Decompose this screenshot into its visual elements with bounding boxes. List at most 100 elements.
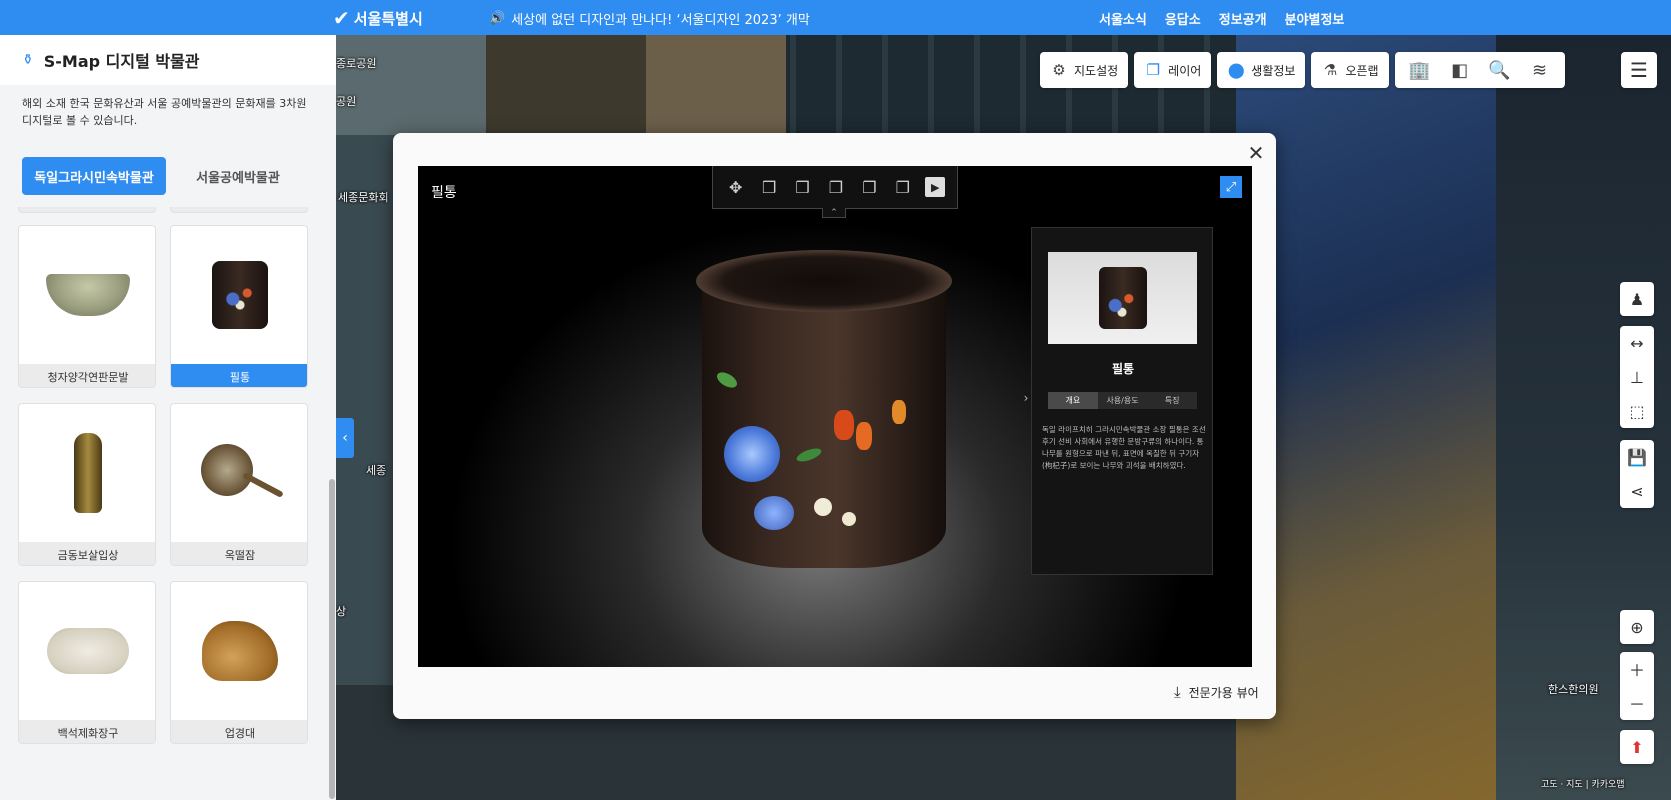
info-tab-features[interactable]: 특징 bbox=[1147, 392, 1198, 409]
layer-button[interactable]: ❐ 레이어 bbox=[1134, 52, 1212, 88]
3d-viewer[interactable]: 필통 ✥ ❒ ❒ ❐ ❐ ❐ ▶ ⌃ ⤢ › 필통 개요 사용/용도 특징 독일… bbox=[418, 166, 1252, 667]
measure-distance-icon[interactable]: ↔ bbox=[1620, 326, 1654, 360]
hairpin-image bbox=[197, 438, 284, 508]
artifact-card-partial[interactable] bbox=[18, 207, 156, 213]
notice-text: 세상에 없던 디자인과 만나다! ‘서울디자인 2023’ 개막 bbox=[511, 13, 810, 28]
hamburger-menu-icon[interactable]: ☰ bbox=[1621, 52, 1657, 88]
side-tool-group-zoom: ＋ － bbox=[1620, 652, 1654, 720]
artifact-thumbnail bbox=[19, 226, 155, 364]
top-bar: ✔ 서울특별시 🔊 세상에 없던 디자인과 만나다! ‘서울디자인 2023’ … bbox=[0, 0, 1671, 35]
nav-response[interactable]: 응답소 bbox=[1165, 9, 1201, 28]
artifact-label: 청자양각연판문발 bbox=[19, 364, 155, 387]
gear-icon: ⚙ bbox=[1052, 61, 1066, 79]
openlab-label: 오픈랩 bbox=[1345, 63, 1379, 78]
my-location-icon[interactable]: ⊕ bbox=[1620, 610, 1654, 644]
info-tab-overview[interactable]: 개요 bbox=[1048, 392, 1098, 409]
artifact-card[interactable]: 금동보살입상 bbox=[18, 403, 156, 566]
artifact-label: 업경대 bbox=[171, 720, 307, 743]
layers-icon: ❐ bbox=[1146, 61, 1160, 79]
compass-icon[interactable]: ⬆ bbox=[1620, 730, 1654, 764]
building-icon[interactable]: 🏢 bbox=[1403, 60, 1437, 81]
artifact-card-partial[interactable] bbox=[170, 207, 308, 213]
view-top-icon[interactable]: ❐ bbox=[892, 176, 914, 198]
view-left-icon[interactable]: ❐ bbox=[825, 176, 847, 198]
museum-tabs: 독일그라시민속박물관 서울공예박물관 bbox=[22, 157, 310, 195]
view-front-icon[interactable]: ❒ bbox=[758, 176, 780, 198]
brush-pot-3d-model[interactable] bbox=[696, 250, 952, 570]
seoul-logo[interactable]: ✔ 서울특별시 bbox=[333, 6, 423, 30]
fullscreen-icon[interactable]: ⤢ bbox=[1220, 176, 1242, 198]
life-info-button[interactable]: ⬤ 생활정보 bbox=[1217, 52, 1306, 88]
notice-banner[interactable]: 🔊 세상에 없던 디자인과 만나다! ‘서울디자인 2023’ 개막 bbox=[489, 9, 810, 28]
close-icon[interactable]: ✕ bbox=[1244, 141, 1268, 165]
artifact-label: 옥떨잠 bbox=[171, 542, 307, 565]
map-label: 세종 bbox=[366, 464, 387, 477]
map-building bbox=[336, 35, 486, 135]
map-copyright: 고도 · 지도 | 카카오맵 bbox=[1541, 780, 1625, 790]
side-tool-group-compass: ⬆ bbox=[1620, 730, 1654, 764]
artifact-card[interactable]: 청자양각연판문발 bbox=[18, 225, 156, 388]
artifact-card[interactable]: 업경대 bbox=[170, 581, 308, 744]
zoom-out-icon[interactable]: － bbox=[1620, 686, 1654, 720]
measure-area-icon[interactable]: ⬚ bbox=[1620, 394, 1654, 428]
view-toolbar: ✥ ❒ ❒ ❐ ❐ ❐ ▶ bbox=[712, 166, 958, 209]
artifact-card[interactable]: 백석제화장구 bbox=[18, 581, 156, 744]
fit-view-icon[interactable]: ✥ bbox=[725, 176, 747, 198]
map-toolbar: ⚙ 지도설정 ❐ 레이어 ⬤ 생활정보 ⚗ 오픈랩 🏢 ◧ 🔍 ≋ bbox=[1040, 52, 1565, 88]
nav-seoul-news[interactable]: 서울소식 bbox=[1099, 9, 1147, 28]
info-panel-toggle-icon[interactable]: › bbox=[1021, 386, 1031, 410]
openlab-button[interactable]: ⚗ 오픈랩 bbox=[1311, 52, 1389, 88]
tab-grassi-museum[interactable]: 독일그라시민속박물관 bbox=[22, 157, 166, 195]
artifact-thumbnail bbox=[171, 226, 307, 364]
tab-seoul-craft-museum[interactable]: 서울공예박물관 bbox=[166, 157, 310, 195]
zoom-search-icon[interactable]: 🔍 bbox=[1483, 60, 1517, 81]
museum-icon: ⚱ bbox=[22, 52, 34, 68]
nav-disclosure[interactable]: 정보공개 bbox=[1219, 9, 1267, 28]
download-icon: ⤓ bbox=[1174, 683, 1181, 701]
map-settings-button[interactable]: ⚙ 지도설정 bbox=[1040, 52, 1129, 88]
layer-label: 레이어 bbox=[1168, 63, 1202, 78]
porcelain-case-image bbox=[47, 628, 129, 674]
map-building bbox=[646, 35, 786, 135]
measure-height-icon[interactable]: ⊥ bbox=[1620, 360, 1654, 394]
play-icon[interactable]: ▶ bbox=[925, 177, 946, 197]
wind-icon[interactable]: ≋ bbox=[1523, 60, 1557, 81]
collapse-panel-button[interactable]: ‹ bbox=[336, 418, 354, 458]
artifact-thumbnail bbox=[171, 404, 307, 542]
left-panel: ⚱ S-Map 디지털 박물관 해외 소재 한국 문화유산과 서울 공예박물관의… bbox=[0, 35, 336, 800]
pro-viewer-download-button[interactable]: ⤓ 전문가용 뷰어 bbox=[1174, 683, 1259, 701]
info-thumbnail bbox=[1048, 252, 1197, 344]
info-tab-usage[interactable]: 사용/용도 bbox=[1097, 392, 1148, 409]
download-label: 전문가용 뷰어 bbox=[1188, 685, 1259, 700]
view-right-icon[interactable]: ❐ bbox=[858, 176, 880, 198]
artifact-thumbnail bbox=[171, 582, 307, 720]
artifact-card-selected[interactable]: 필통 bbox=[170, 225, 308, 388]
split-view-icon[interactable]: ◧ bbox=[1443, 60, 1477, 81]
flask-icon: ⚗ bbox=[1323, 61, 1338, 79]
artifact-label: 필통 bbox=[171, 364, 307, 387]
seoul-logo-icon: ✔ bbox=[333, 6, 350, 30]
artifact-thumbnail bbox=[19, 404, 155, 542]
save-icon[interactable]: 💾 bbox=[1620, 440, 1654, 474]
side-tool-group-location: ⊕ bbox=[1620, 610, 1654, 644]
view-back-icon[interactable]: ❒ bbox=[792, 176, 814, 198]
share-icon[interactable]: ⋖ bbox=[1620, 474, 1654, 508]
map-label: 상 bbox=[336, 605, 347, 618]
toolbar-toggle-icon[interactable]: ⌃ bbox=[822, 208, 846, 218]
artifact-viewer-modal: ✕ 필통 ✥ ❒ ❒ ❐ ❐ ❐ ▶ ⌃ ⤢ › 필통 개요 사용/용도 특징 … bbox=[393, 133, 1276, 719]
map-label: 공원 bbox=[336, 95, 357, 108]
map-settings-label: 지도설정 bbox=[1074, 63, 1119, 78]
map-label: 한스한의원 bbox=[1548, 683, 1599, 696]
nav-field-info[interactable]: 분야별정보 bbox=[1285, 9, 1345, 28]
side-tool-group-save: 💾 ⋖ bbox=[1620, 440, 1654, 508]
artifact-card[interactable]: 옥떨잠 bbox=[170, 403, 308, 566]
brush-pot-image bbox=[212, 261, 268, 329]
map-label: 종로공원 bbox=[336, 57, 377, 70]
panel-scrollbar[interactable] bbox=[329, 479, 335, 799]
mirror-stand-image bbox=[202, 621, 278, 681]
streetview-icon[interactable]: ♟ bbox=[1620, 282, 1654, 316]
viewer-title: 필통 bbox=[431, 185, 457, 201]
zoom-in-icon[interactable]: ＋ bbox=[1620, 652, 1654, 686]
artifact-label: 금동보살입상 bbox=[19, 542, 155, 565]
info-panel: 필통 개요 사용/용도 특징 독일 라이프치히 그라시민속박물관 소장 필통은 … bbox=[1031, 227, 1213, 575]
